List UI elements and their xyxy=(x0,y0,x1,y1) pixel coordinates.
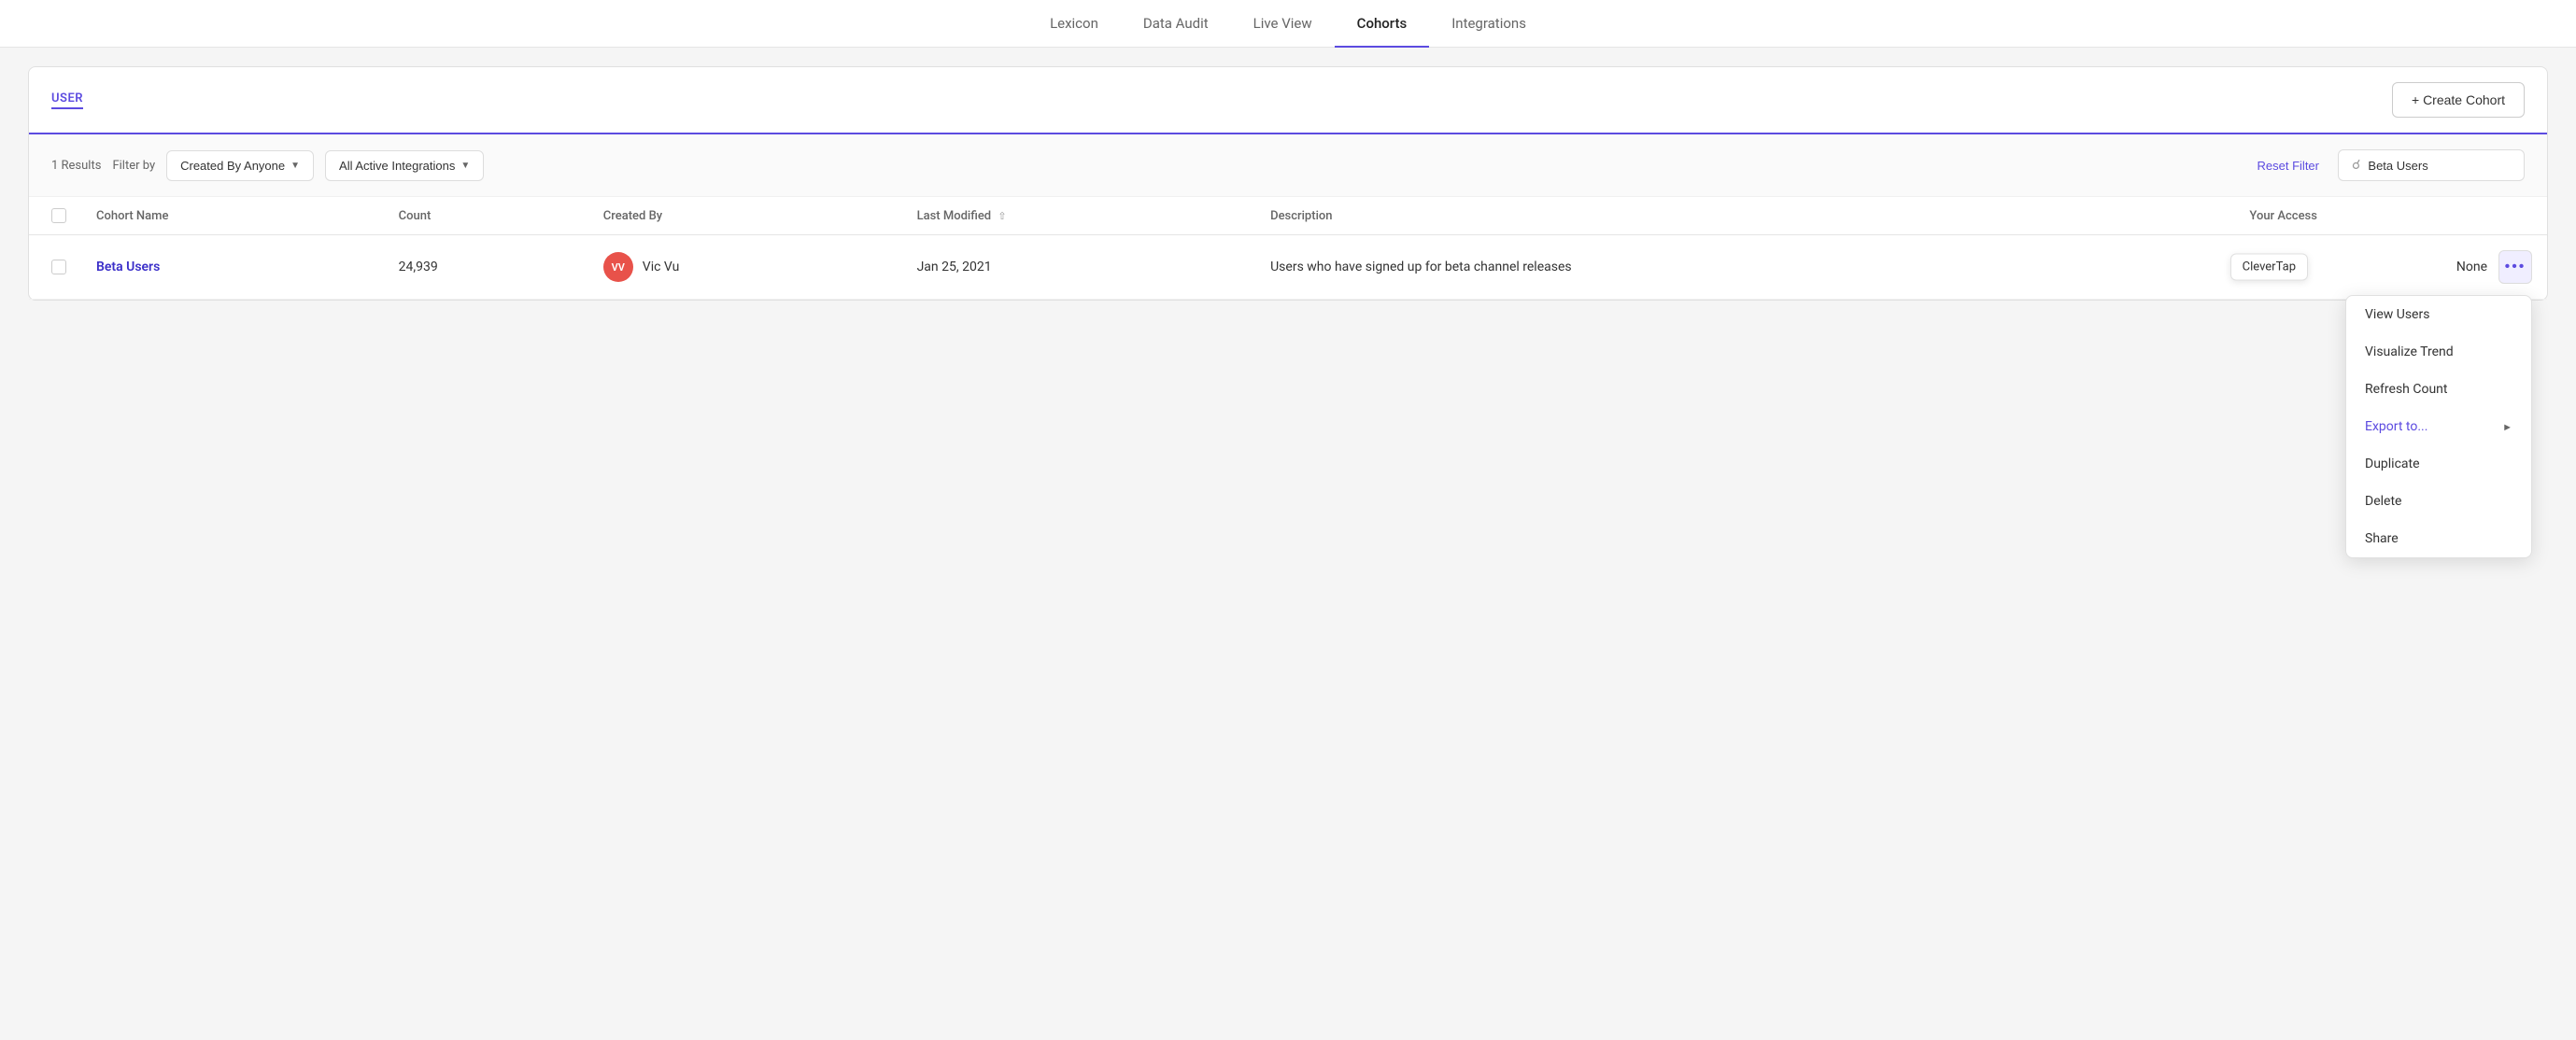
nav-lexicon[interactable]: Lexicon xyxy=(1027,0,1121,47)
cohorts-table: Cohort Name Count Created By Last Modifi… xyxy=(29,197,2547,300)
results-count: 1 Results xyxy=(51,159,101,173)
menu-delete[interactable]: Delete xyxy=(2346,483,2531,520)
col-created-by: Created By xyxy=(588,197,902,235)
integrations-dropdown-arrow: ▼ xyxy=(460,161,470,171)
row-checkbox[interactable] xyxy=(51,260,66,274)
menu-share[interactable]: Share xyxy=(2346,520,2531,557)
actions-col: None CleverTap ••• View Users xyxy=(2249,250,2532,284)
description: Users who have signed up for beta channe… xyxy=(1255,235,2234,300)
avatar: VV xyxy=(603,252,633,282)
search-input[interactable] xyxy=(2368,159,2498,173)
cohorts-table-wrap: Cohort Name Count Created By Last Modifi… xyxy=(29,197,2547,300)
nav-integrations[interactable]: Integrations xyxy=(1429,0,1549,47)
nav-live-view[interactable]: Live View xyxy=(1231,0,1335,47)
created-by-dropdown-arrow: ▼ xyxy=(290,161,300,171)
nav-data-audit[interactable]: Data Audit xyxy=(1121,0,1231,47)
col-last-modified[interactable]: Last Modified ⇧ xyxy=(902,197,1256,235)
clevertap-tooltip: CleverTap xyxy=(2230,254,2308,281)
created-by-label: Created By Anyone xyxy=(180,159,285,173)
export-chevron-right-icon: ► xyxy=(2502,421,2512,433)
created-by-cell: VV Vic Vu xyxy=(603,252,887,282)
last-modified: Jan 25, 2021 xyxy=(902,235,1256,300)
create-cohort-button[interactable]: + Create Cohort xyxy=(2392,82,2525,118)
context-menu: View Users Visualize Trend Refresh Count xyxy=(2345,295,2532,558)
cohorts-panel: USER + Create Cohort 1 Results Filter by… xyxy=(28,66,2548,301)
filter-bar: 1 Results Filter by Created By Anyone ▼ … xyxy=(29,134,2547,197)
cohort-name-link[interactable]: Beta Users xyxy=(96,260,160,274)
col-count: Count xyxy=(384,197,588,235)
col-cohort-name: Cohort Name xyxy=(81,197,384,235)
col-access: Your Access xyxy=(2234,197,2547,235)
filter-by-label: Filter by xyxy=(112,159,155,173)
panel-header: USER + Create Cohort xyxy=(29,67,2547,134)
create-cohort-label: + Create Cohort xyxy=(2412,92,2505,107)
created-by-name: Vic Vu xyxy=(643,260,680,274)
search-icon: ☌ xyxy=(2352,158,2360,173)
main-content: USER + Create Cohort 1 Results Filter by… xyxy=(0,48,2576,319)
sort-icon: ⇧ xyxy=(998,210,1006,222)
menu-export-to[interactable]: Export to... ► xyxy=(2346,408,2531,445)
table-header: Cohort Name Count Created By Last Modifi… xyxy=(29,197,2547,235)
cohort-count: 24,939 xyxy=(384,235,588,300)
menu-view-users[interactable]: View Users xyxy=(2346,296,2531,333)
integrations-dropdown[interactable]: All Active Integrations ▼ xyxy=(325,150,484,181)
access-value: None xyxy=(2456,260,2487,274)
menu-refresh-count[interactable]: Refresh Count xyxy=(2346,371,2531,408)
created-by-dropdown[interactable]: Created By Anyone ▼ xyxy=(166,150,314,181)
nav-cohorts[interactable]: Cohorts xyxy=(1335,0,1430,47)
search-box: ☌ xyxy=(2338,149,2525,181)
actions-button[interactable]: ••• xyxy=(2498,250,2532,284)
user-tab[interactable]: USER xyxy=(51,91,83,109)
menu-duplicate[interactable]: Duplicate xyxy=(2346,445,2531,483)
col-description: Description xyxy=(1255,197,2234,235)
top-navigation: Lexicon Data Audit Live View Cohorts Int… xyxy=(0,0,2576,48)
table-row: Beta Users 24,939 VV Vic Vu Jan 25, 2021… xyxy=(29,235,2547,300)
reset-filter-button[interactable]: Reset Filter xyxy=(2250,155,2327,176)
select-all-checkbox[interactable] xyxy=(51,208,66,223)
panel-header-left: USER xyxy=(51,91,83,109)
menu-visualize-trend[interactable]: Visualize Trend xyxy=(2346,333,2531,371)
integrations-label: All Active Integrations xyxy=(339,159,455,173)
table-body: Beta Users 24,939 VV Vic Vu Jan 25, 2021… xyxy=(29,235,2547,300)
